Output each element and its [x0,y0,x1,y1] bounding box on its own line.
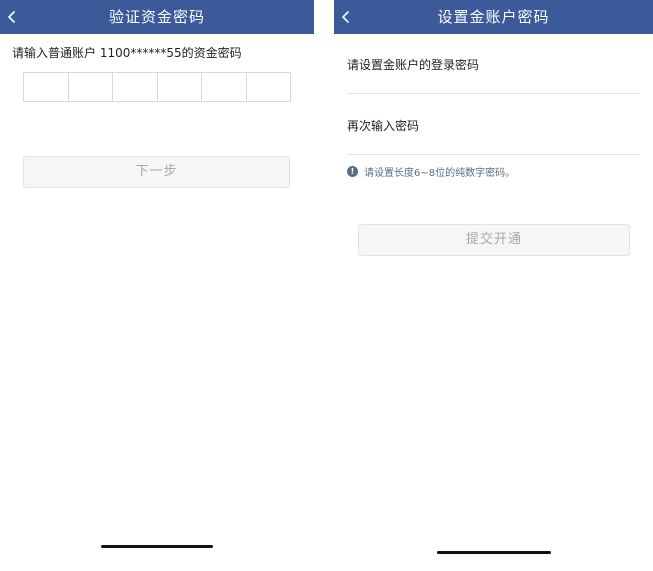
login-password-field[interactable]: 请设置金账户的登录密码 [347,44,640,94]
verify-fund-password-screen: 验证资金密码 请输入普通账户 1100******55的资金密码 下一步 [0,0,314,571]
fund-password-input[interactable] [23,72,291,102]
chevron-left-icon [342,11,349,23]
password-hint: ! 请设置长度6~8位的纯数字密码。 [347,163,515,179]
pin-digit-box[interactable] [113,73,158,101]
home-indicator[interactable] [101,545,213,548]
submit-open-button[interactable]: 提交开通 [358,224,630,256]
exclamation-circle-icon: ! [347,165,358,177]
set-gold-account-password-screen: 设置金账户密码 请设置金账户的登录密码 再次输入密码 ! 请设置长度6~8位的纯… [334,0,653,571]
next-step-button[interactable]: 下一步 [23,156,290,188]
confirm-password-field[interactable]: 再次输入密码 [347,105,640,155]
confirm-password-label: 再次输入密码 [347,119,420,133]
back-button[interactable] [334,0,364,34]
pin-digit-box[interactable] [158,73,202,101]
password-hint-text: 请设置长度6~8位的纯数字密码。 [364,167,516,179]
chevron-left-icon [8,11,15,23]
fund-password-prompt: 请输入普通账户 1100******55的资金密码 [12,46,242,60]
page-title: 设置金账户密码 [437,8,550,26]
pin-digit-box[interactable] [247,73,291,101]
pin-digit-box[interactable] [69,73,113,101]
login-password-label: 请设置金账户的登录密码 [347,58,480,72]
pin-digit-box[interactable] [202,73,247,101]
pin-digit-box[interactable] [24,73,69,101]
home-indicator[interactable] [437,551,551,554]
back-button[interactable] [0,0,30,34]
page-title: 验证资金密码 [108,8,205,26]
nav-bar: 设置金账户密码 [334,0,653,34]
nav-bar: 验证资金密码 [0,0,314,34]
